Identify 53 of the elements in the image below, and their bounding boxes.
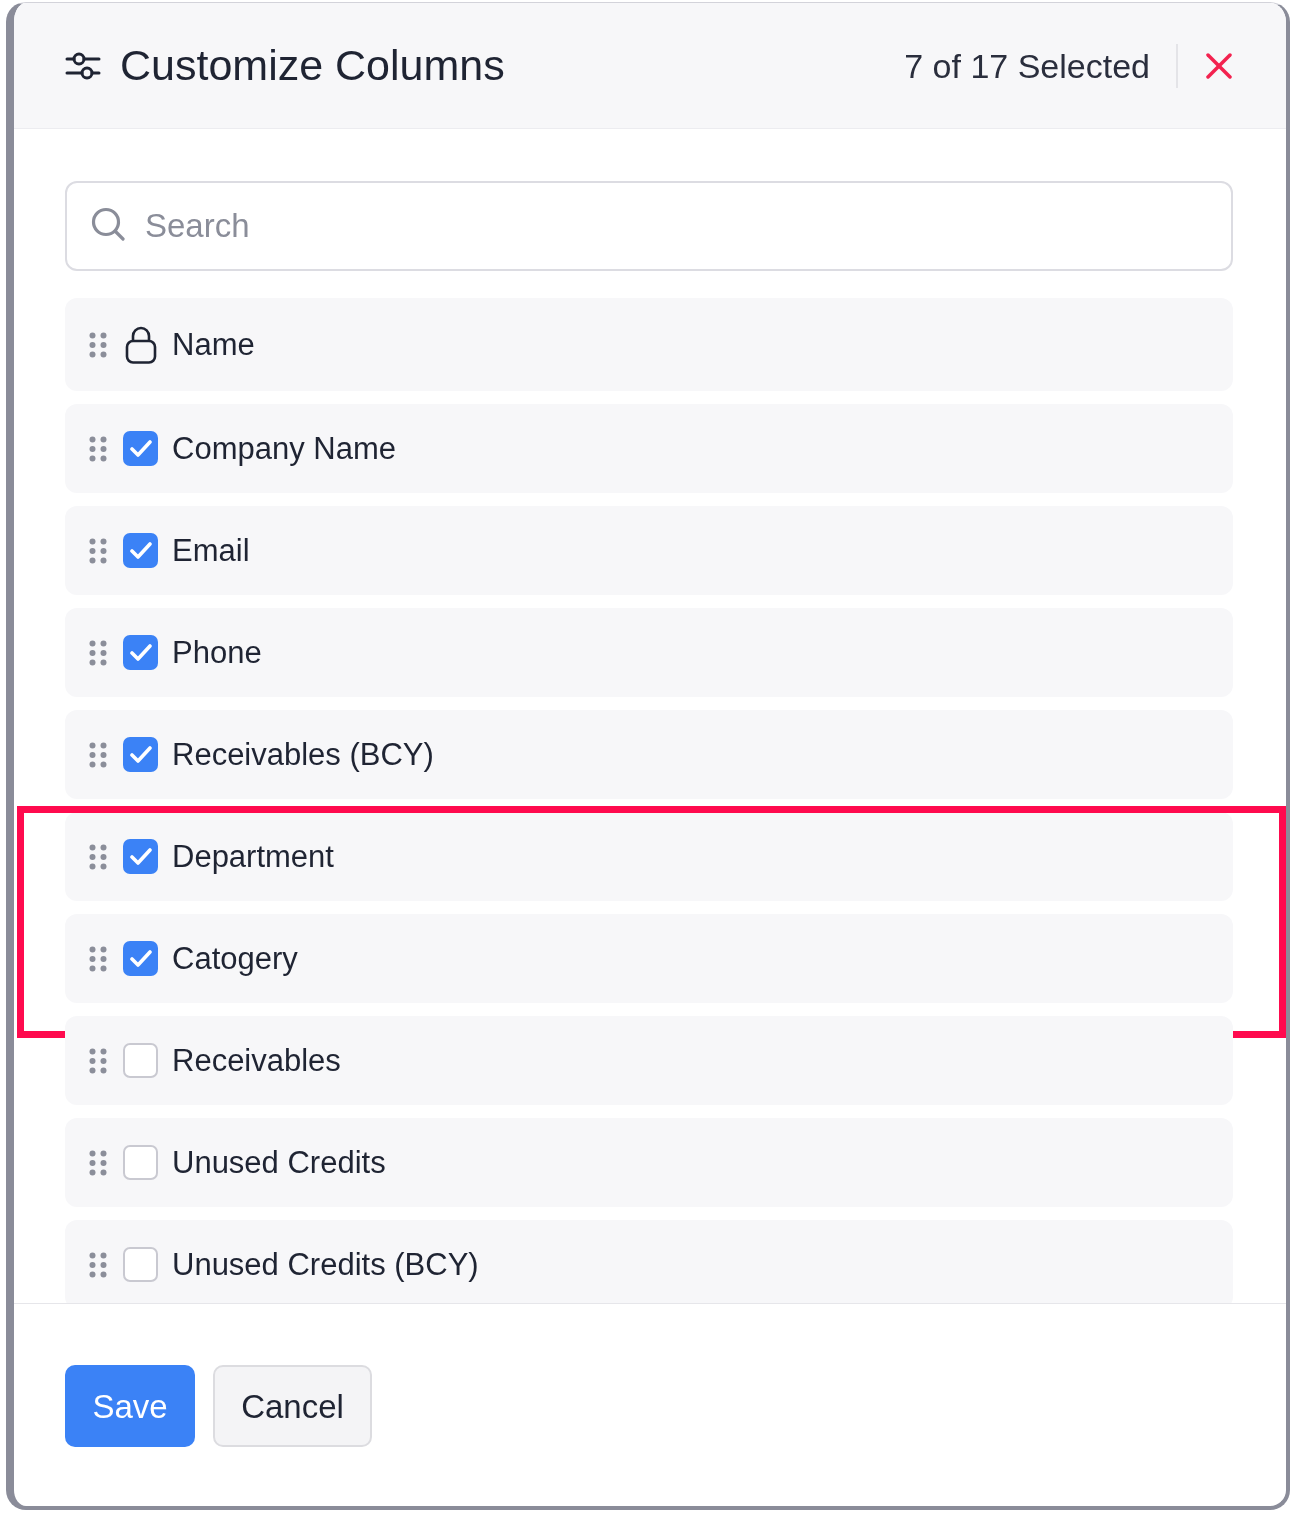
check-icon — [129, 542, 152, 559]
column-label: Unused Credits (BCY) — [172, 1249, 479, 1280]
column-label: Receivables (BCY) — [172, 739, 434, 770]
checkbox[interactable] — [123, 941, 158, 976]
drag-handle-icon[interactable] — [89, 1251, 107, 1278]
checkbox[interactable] — [123, 431, 158, 466]
column-label: Company Name — [172, 433, 396, 464]
drag-handle-icon[interactable] — [89, 741, 107, 768]
checkbox[interactable] — [123, 1145, 158, 1180]
drag-handle-icon[interactable] — [89, 1047, 107, 1074]
lock-icon — [124, 325, 157, 364]
drag-handle-icon[interactable] — [89, 331, 107, 358]
column-label: Unused Credits — [172, 1147, 386, 1178]
drag-handle-icon[interactable] — [89, 945, 107, 972]
search-field[interactable]: Search — [65, 181, 1233, 271]
selection-count: 7 of 17 Selected — [904, 48, 1150, 83]
column-row[interactable]: Receivables (BCY) — [65, 710, 1233, 799]
column-row[interactable]: Unused Credits (BCY) — [65, 1220, 1233, 1303]
column-row[interactable]: Name — [65, 298, 1233, 391]
check-icon — [129, 746, 152, 763]
checkbox[interactable] — [123, 635, 158, 670]
column-label: Department — [172, 841, 334, 872]
column-row[interactable]: Department — [65, 812, 1233, 901]
checkbox[interactable] — [123, 533, 158, 568]
search-icon — [91, 207, 125, 241]
drag-handle-icon[interactable] — [89, 843, 107, 870]
column-row[interactable]: Phone — [65, 608, 1233, 697]
column-label: Receivables — [172, 1045, 341, 1076]
column-row[interactable]: Email — [65, 506, 1233, 595]
column-row[interactable]: Receivables — [65, 1016, 1233, 1105]
check-icon — [129, 644, 152, 661]
column-label: Email — [172, 535, 250, 566]
column-label: Phone — [172, 637, 262, 668]
checkbox[interactable] — [123, 1247, 158, 1282]
check-icon — [129, 950, 152, 967]
drag-handle-icon[interactable] — [89, 435, 107, 462]
drag-handle-icon[interactable] — [89, 1149, 107, 1176]
save-button[interactable]: Save — [65, 1365, 195, 1447]
cancel-button[interactable]: Cancel — [213, 1365, 372, 1447]
column-row[interactable]: Catogery — [65, 914, 1233, 1003]
close-button[interactable] — [1206, 52, 1232, 79]
column-row[interactable]: Company Name — [65, 404, 1233, 493]
drag-handle-icon[interactable] — [89, 537, 107, 564]
checkbox[interactable] — [123, 839, 158, 874]
checkbox[interactable] — [123, 737, 158, 772]
column-label: Catogery — [172, 943, 298, 974]
column-row[interactable]: Unused Credits — [65, 1118, 1233, 1207]
dialog-title: Customize Columns — [120, 44, 505, 87]
check-icon — [129, 848, 152, 865]
checkbox[interactable] — [123, 1043, 158, 1078]
drag-handle-icon[interactable] — [89, 639, 107, 666]
column-label: Name — [172, 329, 255, 360]
check-icon — [129, 440, 152, 457]
